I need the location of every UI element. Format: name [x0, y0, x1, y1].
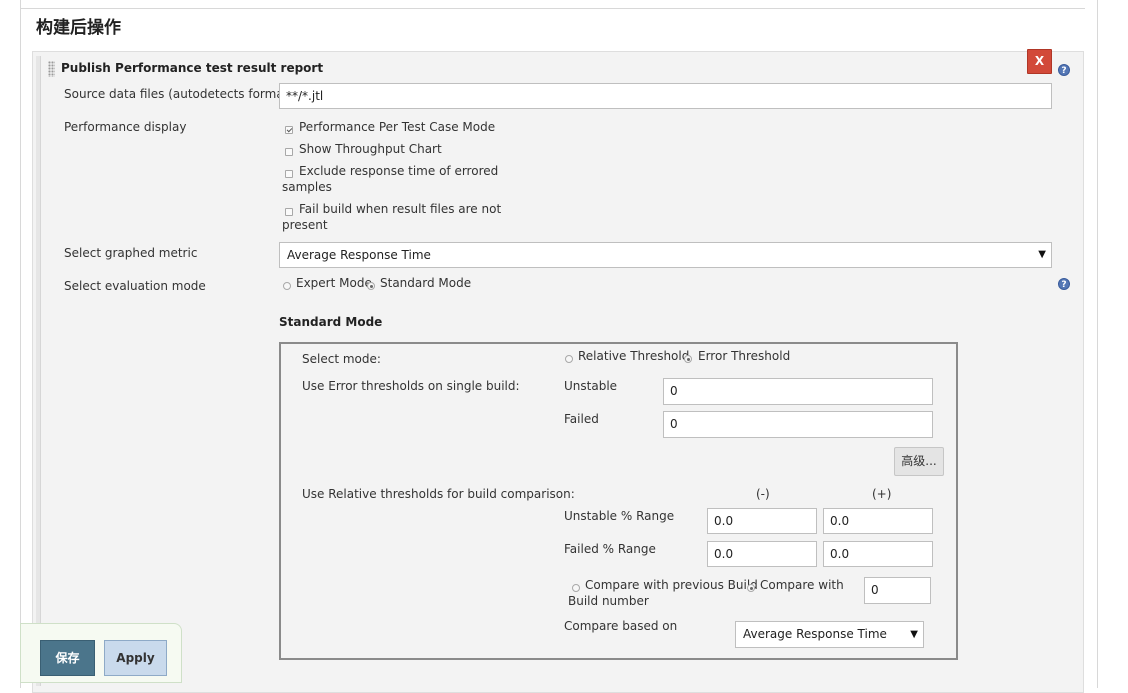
expert-mode-label: Expert Mode [296, 276, 372, 290]
source-input[interactable]: **/*.jtl [279, 83, 1052, 109]
display-label: Performance display [64, 120, 187, 134]
help-icon[interactable]: ? [1058, 64, 1070, 76]
unstable-range-label: Unstable % Range [564, 509, 675, 523]
radio-standard-mode[interactable] [367, 282, 375, 290]
compare-with-label: Compare with [760, 578, 844, 592]
panel-left-border [36, 56, 41, 686]
minus-column-header: (-) [756, 487, 770, 501]
failed-label: Failed [564, 412, 599, 426]
radio-relative-threshold[interactable] [565, 355, 573, 363]
option-throughput-label: Show Throughput Chart [299, 142, 442, 156]
radio-compare-previous[interactable] [572, 584, 580, 592]
unstable-range-minus-input[interactable]: 0.0 [707, 508, 817, 534]
relative-threshold-label: Relative Threshold [578, 349, 690, 363]
build-number-input[interactable]: 0 [864, 577, 931, 604]
select-mode-label: Select mode: [302, 352, 381, 366]
error-thresholds-label: Use Error thresholds on single build: [302, 379, 520, 393]
compare-previous-label: Compare with previous Build [585, 578, 758, 592]
metric-select-value: Average Response Time [287, 248, 431, 262]
builder-title: Publish Performance test result report [61, 61, 324, 75]
section-title: 构建后操作 [36, 18, 121, 38]
failed-range-minus-input[interactable]: 0.0 [707, 541, 817, 567]
option-exclude-errored-label-2: samples [282, 180, 332, 194]
advanced-button[interactable]: 高级... [894, 447, 944, 476]
radio-expert-mode[interactable] [283, 282, 291, 290]
evaluation-label: Select evaluation mode [64, 279, 206, 293]
top-divider [21, 8, 1085, 9]
checkbox-exclude-errored[interactable] [285, 170, 293, 178]
plus-column-header: (+) [872, 487, 892, 501]
metric-label: Select graphed metric [64, 246, 198, 260]
evaluation-help-icon[interactable]: ? [1058, 278, 1070, 290]
drag-handle-icon[interactable] [48, 61, 55, 77]
radio-error-threshold[interactable] [684, 355, 692, 363]
failed-range-plus-input[interactable]: 0.0 [823, 541, 933, 567]
dropdown-arrow-icon: ▼ [910, 629, 918, 640]
unstable-label: Unstable [564, 379, 618, 393]
save-button[interactable]: 保存 [40, 640, 95, 676]
compare-based-on-value: Average Response Time [743, 627, 887, 641]
dropdown-arrow-icon: ▼ [1038, 249, 1046, 260]
option-exclude-errored-label: Exclude response time of errored [299, 164, 499, 178]
failed-range-label: Failed % Range [564, 542, 656, 556]
relative-thresholds-label: Use Relative thresholds for build compar… [302, 487, 575, 501]
unstable-input[interactable]: 0 [663, 378, 933, 405]
metric-select[interactable]: Average Response Time ▼ [279, 242, 1052, 268]
option-per-test-case-label: Performance Per Test Case Mode [299, 120, 496, 134]
compare-based-on-select[interactable]: Average Response Time ▼ [735, 621, 924, 648]
standard-mode-label: Standard Mode [380, 276, 472, 290]
checkbox-throughput-chart[interactable] [285, 148, 293, 156]
option-fail-build-label-2: present [282, 218, 328, 232]
source-label: Source data files (autodetects format): [64, 87, 298, 101]
build-number-label: Build number [568, 594, 649, 608]
error-threshold-label: Error Threshold [698, 349, 791, 363]
failed-input[interactable]: 0 [663, 411, 933, 438]
delete-button[interactable]: X [1027, 49, 1052, 74]
option-fail-build-label: Fail build when result files are not [299, 202, 502, 216]
standard-mode-heading: Standard Mode [279, 315, 383, 329]
compare-based-on-label: Compare based on [564, 619, 678, 633]
checkbox-per-test-case[interactable] [285, 126, 293, 134]
checkbox-fail-build[interactable] [285, 208, 293, 216]
radio-compare-build-number[interactable] [747, 584, 755, 592]
unstable-range-plus-input[interactable]: 0.0 [823, 508, 933, 534]
apply-button[interactable]: Apply [104, 640, 167, 676]
